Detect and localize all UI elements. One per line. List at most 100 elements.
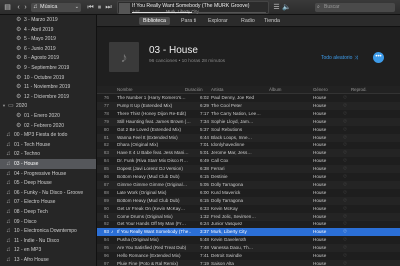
column-header-name[interactable]: Nombre [117, 86, 133, 94]
table-row[interactable]: 90 Get Ur Freak On (Kevin McKay… 6:33 Kevin… [97, 205, 400, 213]
sidebar-item[interactable]: ♫ 12 - en MP3 [0, 245, 96, 255]
song-name: Pluie Fine (Poto & Ral Remix) [117, 260, 179, 266]
column-header-artist[interactable]: Artista [211, 86, 223, 94]
table-row[interactable]: 76 The Number 1 (Harry Romero's… 6:02 Paul … [97, 94, 400, 102]
heart-icon[interactable]: ♡ [343, 149, 348, 157]
sidebar-item[interactable]: ⚙ 8 - Agosto 2019 [0, 53, 96, 63]
sidebar-item[interactable]: ♫ 00 - MP3 Fiesta de todo [0, 130, 96, 140]
sidebar-item[interactable]: ⚙ 01 - Enero 2020 [0, 111, 96, 121]
table-row[interactable]: 82 Dhara (Original Mix) 7:01 Idonlyhavedinn… [97, 141, 400, 149]
heart-icon[interactable]: ♡ [343, 165, 348, 173]
tab-biblioteca[interactable]: Biblioteca [139, 17, 170, 25]
sidebar-item[interactable]: ⚙ 4 - Abril 2019 [0, 25, 96, 35]
list-icon[interactable]: ☰ [272, 3, 281, 12]
heart-icon[interactable]: ♡ [343, 205, 348, 213]
table-row[interactable]: 79 Still Haunting feat. James Brown (… 7:3… [97, 117, 400, 126]
previous-track-icon[interactable]: ⏮ [86, 3, 95, 12]
sidebar-item[interactable]: ♫ 10 - Electronica Downtempo [0, 226, 96, 236]
sidebar-item[interactable]: ♫ 05 - Deep House [0, 178, 96, 188]
volume-icon[interactable]: 🔈 [282, 3, 291, 12]
heart-icon[interactable]: ♡ [343, 181, 348, 189]
table-row[interactable]: 91 Come Drums (Original Mix) 1:32 Fred Joli… [97, 212, 400, 221]
heart-icon[interactable]: ♡ [343, 260, 348, 266]
now-playing-title: If You Really Want Somebody (The MURK Gr… [132, 3, 250, 9]
song-artist: Paul Denny, Joe Red [211, 95, 255, 100]
heart-icon[interactable]: ♡ [343, 118, 348, 126]
sidebar-item[interactable]: ⚙ 9 - Septiembre 2019 [0, 63, 96, 73]
sidebar-item[interactable]: ⚙ 3 - Marzo 2019 [0, 15, 96, 25]
sidebar-item[interactable]: ⚙ 10 - Octubre 2019 [0, 73, 96, 83]
heart-icon[interactable]: ♡ [343, 110, 348, 118]
sidebar-item[interactable]: ♫ 07 - Electro House [0, 197, 96, 207]
sidebar-item[interactable]: ♫ 13 - Afro House [0, 255, 96, 265]
heart-icon[interactable]: ♡ [343, 228, 348, 236]
tab-para-ti[interactable]: Para ti [177, 17, 200, 25]
heart-icon[interactable]: ♡ [343, 157, 348, 165]
table-row[interactable]: 88 Late Work (Original Mix) 6:00 Kurd Maver… [97, 189, 400, 197]
tab-explorar[interactable]: Explorar [204, 17, 232, 25]
pause-icon[interactable]: ⏸ [95, 3, 104, 12]
table-row[interactable]: 95 Are You Satisfied (Red Treat Dub) 7:48 V… [97, 244, 400, 253]
table-row[interactable]: 81 Wanna Feel It (Extended Mix) 6:44 Black … [97, 133, 400, 142]
heart-icon[interactable]: ♡ [343, 244, 348, 252]
sidebar-item[interactable]: ⚙ 02 - Febrero 2020 [0, 121, 96, 131]
table-row[interactable]: 85 Dopest (Javi Lorenz DJ Version) 6:38 Fer… [97, 165, 400, 174]
sidebar-item-label: 12 - en MP3 [14, 247, 42, 254]
sidebar-item[interactable]: ♫ 06 - Funky - Nu Disco - Groove [0, 188, 96, 198]
table-row[interactable]: 84 Dr. Funk (Riva Starr Mix Disco R… 6:49 C… [97, 157, 400, 165]
heart-icon[interactable]: ♡ [343, 94, 348, 102]
table-row[interactable]: 97 Pluie Fine (Poto & Ral Remix) 7:19 Saiso… [97, 259, 400, 266]
column-header-plays[interactable]: Reprod. [351, 86, 367, 94]
sidebar-item[interactable]: ⚙ 6 - Junio 2019 [0, 44, 96, 54]
sidebar-item[interactable]: ♫ 09 - Disco [0, 217, 96, 227]
next-track-icon[interactable]: ⏭ [104, 3, 113, 12]
sidebar-item[interactable]: ♫ 03 - House [0, 159, 96, 169]
table-row[interactable]: 80 Got 2 Be Loved (Extended Mix) 5:37 Soul … [97, 126, 400, 134]
table-row[interactable]: 94 Pusha (Original Mix) 5:48 Kevin Gavelero… [97, 236, 400, 244]
table-row[interactable]: 89 Bottom Heavy (Mud Club Dub) 6:15 Dolly T… [97, 196, 400, 205]
table-row[interactable]: 87 Gimme Gimme Gimme (Original… 5:05 Dolly … [97, 180, 400, 189]
heart-icon[interactable]: ♡ [343, 134, 348, 142]
sidebar-item[interactable]: ⚙ 12 - Diciembre 2019 [0, 92, 96, 102]
sidebar-item[interactable]: ♫ 11 - Indie - Nu Disco [0, 236, 96, 246]
sidebar-item[interactable]: ♫ 04 - Progressive House [0, 169, 96, 179]
table-row[interactable]: 92 Get Your Hands Off My Man (Fr… 6:24 Juni… [97, 220, 400, 228]
media-kind-select[interactable]: ♫ Música ⌄ [31, 3, 81, 12]
track-number: 91 [103, 213, 109, 219]
sidebar-item[interactable]: ♫ 02 - Techno [0, 149, 96, 159]
heart-icon[interactable]: ♡ [343, 197, 348, 205]
table-row[interactable]: 78 There This! (Honey Dijon Re-Edit) 7:17 T… [97, 110, 400, 118]
heart-icon[interactable]: ♡ [343, 141, 348, 149]
track-number: 94 [103, 237, 109, 243]
table-row[interactable]: ♪ 93 If You Really Want Somebody (The… 3:37… [97, 228, 400, 237]
sidebar-item[interactable]: ⚙ 11 - Noviembre 2019 [0, 82, 96, 92]
tab-radio[interactable]: Radio [237, 17, 259, 25]
heart-icon[interactable]: ♡ [343, 173, 348, 181]
sidebar-toggle-icon[interactable]: ▤ [3, 3, 12, 12]
shuffle-all-button[interactable]: Todo aleatorio ⤨ [321, 55, 358, 61]
table-row[interactable]: 96 Hello Romance (Extended Mix) 7:41 Detroi… [97, 252, 400, 260]
progress-bar[interactable] [132, 12, 266, 13]
sidebar-item[interactable]: ▼ ▭ 2020 [0, 101, 96, 111]
sidebar-item[interactable]: ♫ 01 - Tech House [0, 140, 96, 150]
heart-icon[interactable]: ♡ [343, 213, 348, 221]
heart-icon[interactable]: ♡ [343, 236, 348, 244]
disclosure-triangle-icon[interactable]: ▼ [2, 101, 6, 111]
heart-icon[interactable]: ♡ [343, 102, 348, 110]
search-input[interactable]: ⌕ Buscar [315, 3, 395, 12]
column-header-album[interactable]: Álbum [269, 86, 281, 94]
heart-icon[interactable]: ♡ [343, 189, 348, 197]
column-header-genre[interactable]: Género [313, 86, 328, 94]
forward-icon[interactable]: › [21, 3, 30, 12]
table-row[interactable]: 77 Pump It Up (Extended Mix) 6:29 The Cool … [97, 101, 400, 110]
table-row[interactable]: 86 Bottom Heavy (Mud Club Dub) 6:15 Destini… [97, 173, 400, 181]
table-row[interactable]: 83 Have It 4 U Babe feat. Jess Mani… 5:01 J… [97, 149, 400, 158]
sidebar-item[interactable]: ♫ 08 - Deep Tech [0, 207, 96, 217]
sidebar-item[interactable]: ⚙ 5 - Mayo 2019 [0, 34, 96, 44]
heart-icon[interactable]: ♡ [343, 126, 348, 134]
column-header-time[interactable]: Duración [185, 86, 203, 94]
ellipsis-icon[interactable]: ••• [373, 52, 384, 63]
heart-icon[interactable]: ♡ [343, 220, 348, 228]
heart-icon[interactable]: ♡ [343, 252, 348, 260]
tab-tienda[interactable]: Tienda [260, 17, 284, 25]
